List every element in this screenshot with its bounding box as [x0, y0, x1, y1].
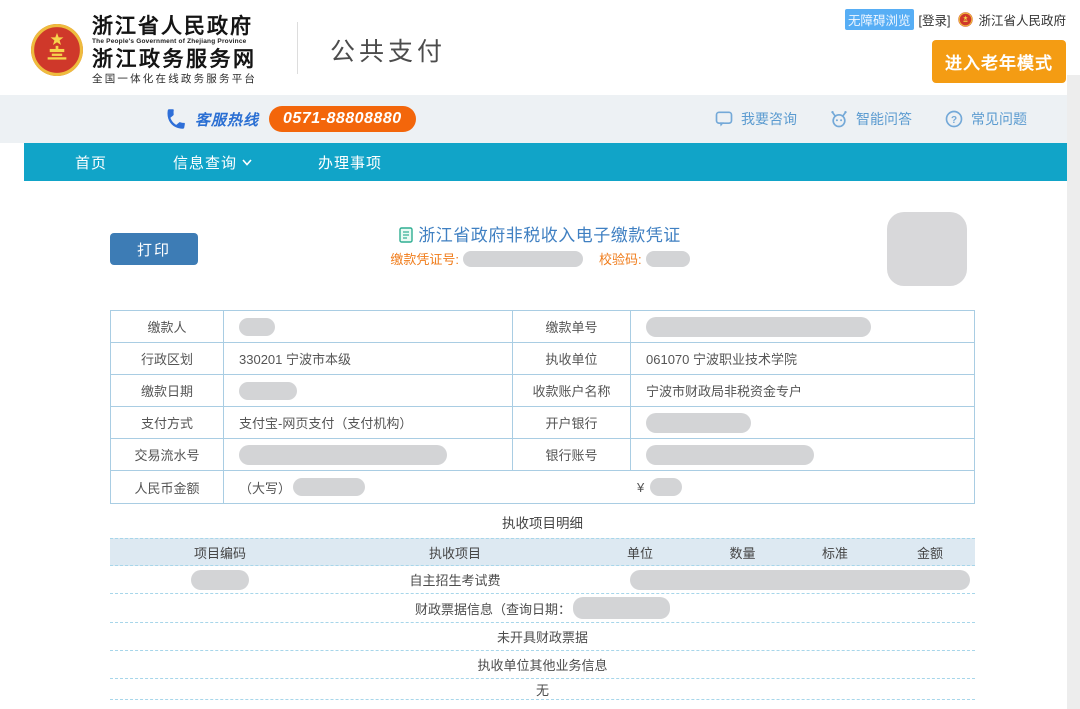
- payer-value-redacted: [224, 311, 513, 343]
- pay-method-value: 支付宝-网页支付（支付机构）: [224, 407, 513, 439]
- hotline-group: 客服热线 0571-88808880: [163, 106, 416, 132]
- amount-numeric-group: ¥: [637, 478, 682, 496]
- smart-qa-link[interactable]: 智能问答: [829, 109, 912, 129]
- faq-label: 常见问题: [971, 109, 1027, 129]
- bank-label: 开户银行: [513, 407, 631, 439]
- agency-value: 061070 宁波职业技术学院: [631, 343, 974, 375]
- mini-emblem-icon: [958, 12, 973, 27]
- col-quantity: 数量: [700, 539, 785, 565]
- pay-method-label: 支付方式: [111, 407, 224, 439]
- col-standard: 标准: [785, 539, 885, 565]
- svg-text:?: ?: [951, 115, 957, 126]
- gov-portal-link[interactable]: 浙江省人民政府: [978, 10, 1066, 29]
- account-name-label: 收款账户名称: [513, 375, 631, 407]
- date-label: 缴款日期: [111, 375, 224, 407]
- site-tagline: 全国一体化在线政务服务平台: [92, 74, 257, 85]
- nav-item-home[interactable]: 首页: [75, 152, 107, 173]
- payer-label: 缴款人: [111, 311, 224, 343]
- phone-icon: [161, 106, 192, 132]
- nav-services-label: 办理事项: [318, 152, 382, 173]
- header-divider: [297, 22, 298, 74]
- hotline-links: 我要咨询 智能问答 ? 常见问题: [714, 109, 1027, 129]
- date-redacted: [224, 375, 513, 407]
- hotline-number: 0571-88808880: [269, 106, 416, 132]
- voucher-info-table: 缴款人 缴款单号 行政区划 330201 宁波市本级 执收单位 061070 宁…: [110, 310, 975, 504]
- smart-qa-label: 智能问答: [856, 109, 912, 129]
- consult-link[interactable]: 我要咨询: [714, 109, 797, 129]
- project-code-redacted: [110, 566, 330, 593]
- payment-no-label: 缴款单号: [513, 311, 631, 343]
- amount-caps-prefix: （大写）: [239, 478, 291, 497]
- region-value: 330201 宁波市本级: [224, 343, 513, 375]
- scrollbar[interactable]: [1067, 75, 1080, 709]
- elder-mode-button[interactable]: 进入老年模式: [932, 40, 1066, 83]
- header-top-links: 无障碍浏览 [登录] 浙江省人民政府: [845, 9, 1066, 30]
- check-code-label: 校验码:: [599, 249, 642, 268]
- voucher-no-label: 缴款凭证号:: [390, 249, 459, 268]
- other-info-label: 执收单位其他业务信息: [477, 655, 607, 674]
- qr-code-redacted: [887, 212, 967, 286]
- login-link[interactable]: [登录]: [919, 10, 951, 29]
- faq-link[interactable]: ? 常见问题: [944, 109, 1027, 129]
- item-values-redacted: [630, 570, 970, 590]
- hotline-label: 客服热线: [195, 109, 259, 130]
- project-name: 自主招生考试费: [330, 566, 580, 593]
- bank-account-redacted: [631, 439, 974, 471]
- hotline-bar: 客服热线 0571-88808880 我要咨询: [0, 95, 1080, 143]
- account-name-value: 宁波市财政局非税资金专户: [631, 375, 974, 407]
- accessibility-link[interactable]: 无障碍浏览: [845, 9, 914, 30]
- voucher-no-redacted: [463, 251, 583, 267]
- other-info-value-row: 无: [110, 679, 975, 700]
- site-header: 浙江省人民政府 The People's Government of Zheji…: [0, 0, 1080, 95]
- document-icon: [399, 227, 413, 243]
- question-circle-icon: ?: [944, 109, 964, 129]
- amount-numeric-redacted: [650, 478, 682, 496]
- amount-label: 人民币金额: [111, 471, 224, 503]
- site-logo[interactable]: 浙江省人民政府 The People's Government of Zheji…: [30, 16, 257, 84]
- check-code-redacted: [646, 251, 690, 267]
- consult-label: 我要咨询: [741, 109, 797, 129]
- payment-no-redacted: [631, 311, 974, 343]
- nav-info-query-label: 信息查询: [173, 152, 237, 173]
- txn-no-redacted: [224, 439, 513, 471]
- invoice-info-label: 财政票据信息（查询日期：: [415, 599, 571, 618]
- col-project-code: 项目编码: [110, 539, 330, 565]
- region-label: 行政区划: [111, 343, 224, 375]
- nav-item-services[interactable]: 办理事项: [318, 152, 382, 173]
- charge-items-section: 执收项目明细 项目编码 执收项目 单位 数量 标准 金额 自主招生考试费 财政票…: [110, 505, 975, 700]
- main-nav: 首页 信息查询 办理事项: [24, 143, 1067, 181]
- charge-items-header-row: 项目编码 执收项目 单位 数量 标准 金额: [110, 538, 975, 566]
- other-info-label-row: 执收单位其他业务信息: [110, 651, 975, 679]
- nav-home-label: 首页: [75, 152, 107, 173]
- app-title: 公共支付: [330, 32, 446, 68]
- txn-no-label: 交易流水号: [111, 439, 224, 471]
- col-project-name: 执收项目: [330, 539, 580, 565]
- col-amount: 金额: [885, 539, 975, 565]
- other-info-value: 无: [536, 680, 549, 699]
- bank-account-label: 银行账号: [513, 439, 631, 471]
- invoice-info-row: 财政票据信息（查询日期：: [110, 594, 975, 623]
- query-date-redacted: [573, 597, 670, 619]
- national-emblem-icon: [30, 23, 84, 77]
- agency-label: 执收单位: [513, 343, 631, 375]
- bank-redacted: [631, 407, 974, 439]
- chat-bubble-icon: [714, 109, 734, 129]
- site-title: 浙江省人民政府: [92, 16, 257, 37]
- page: 浙江省人民政府 The People's Government of Zheji…: [0, 0, 1080, 709]
- charge-item-row: 自主招生考试费: [110, 566, 975, 594]
- logo-text: 浙江省人民政府 The People's Government of Zheji…: [92, 16, 257, 84]
- amount-caps-redacted: [293, 478, 365, 496]
- site-name: 浙江政务服务网: [92, 49, 257, 70]
- invoice-status: 未开具财政票据: [497, 627, 588, 646]
- robot-icon: [829, 109, 849, 129]
- amount-symbol: ¥: [637, 480, 644, 495]
- nav-item-info-query[interactable]: 信息查询: [173, 152, 252, 173]
- charge-items-title: 执收项目明细: [110, 505, 975, 538]
- col-unit: 单位: [580, 539, 700, 565]
- site-subtitle-en: The People's Government of Zhejiang Prov…: [92, 39, 257, 46]
- amount-row: （大写） ¥: [224, 471, 974, 503]
- chevron-down-icon: [242, 159, 252, 166]
- invoice-status-row: 未开具财政票据: [110, 623, 975, 651]
- voucher-title: 浙江省政府非税收入电子缴款凭证: [418, 226, 681, 245]
